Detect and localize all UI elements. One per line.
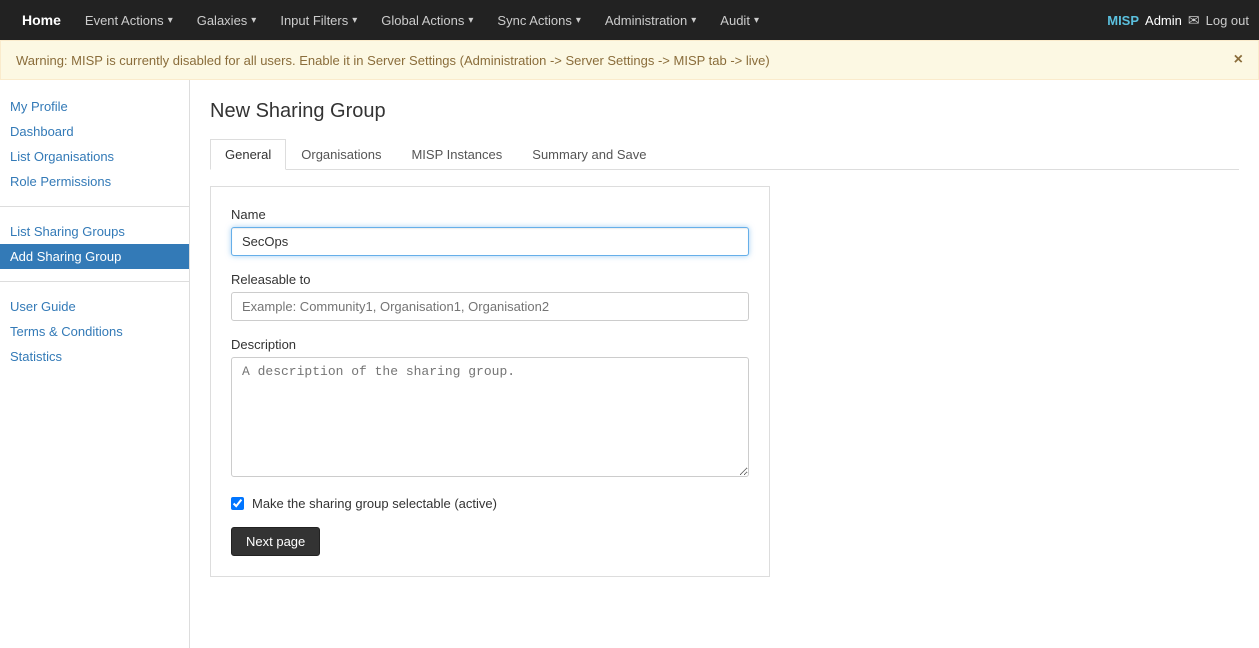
alert-message: Warning: MISP is currently disabled for … bbox=[16, 53, 770, 68]
name-group: Name bbox=[231, 207, 749, 256]
sidebar-item-statistics[interactable]: Statistics bbox=[0, 344, 189, 369]
sidebar-item-dashboard[interactable]: Dashboard bbox=[0, 119, 189, 144]
tab-summary-save[interactable]: Summary and Save bbox=[517, 139, 661, 170]
page-title: New Sharing Group bbox=[210, 100, 1239, 123]
alert-close-button[interactable]: × bbox=[1234, 51, 1243, 69]
misp-link[interactable]: MISP bbox=[1107, 13, 1139, 28]
sidebar-item-add-sharing-group[interactable]: Add Sharing Group bbox=[0, 244, 189, 269]
nav-item-audit[interactable]: Audit ▾ bbox=[708, 0, 771, 40]
releasable-input[interactable] bbox=[231, 292, 749, 321]
form-container: Name Releasable to Description Make the … bbox=[210, 186, 770, 577]
tabs-container: GeneralOrganisationsMISP InstancesSummar… bbox=[210, 139, 1239, 170]
tab-organisations[interactable]: Organisations bbox=[286, 139, 396, 170]
navbar-items: Event Actions ▾Galaxies ▾Input Filters ▾… bbox=[73, 0, 1107, 40]
sidebar-section-2: User GuideTerms & ConditionsStatistics bbox=[0, 290, 189, 373]
main-content: New Sharing Group GeneralOrganisationsMI… bbox=[190, 80, 1259, 648]
alert-banner: Warning: MISP is currently disabled for … bbox=[0, 40, 1259, 80]
caret-icon: ▾ bbox=[754, 15, 759, 26]
sidebar-item-role-permissions[interactable]: Role Permissions bbox=[0, 169, 189, 194]
name-input[interactable] bbox=[231, 227, 749, 256]
sidebar-item-terms-conditions[interactable]: Terms & Conditions bbox=[0, 319, 189, 344]
mail-icon[interactable]: ✉ bbox=[1188, 12, 1200, 29]
nav-item-galaxies[interactable]: Galaxies ▾ bbox=[185, 0, 269, 40]
caret-icon: ▾ bbox=[251, 15, 256, 26]
caret-icon: ▾ bbox=[352, 15, 357, 26]
sidebar-item-my-profile[interactable]: My Profile bbox=[0, 94, 189, 119]
tab-misp-instances[interactable]: MISP Instances bbox=[396, 139, 517, 170]
sidebar-item-list-sharing-groups[interactable]: List Sharing Groups bbox=[0, 219, 189, 244]
navbar: Home Event Actions ▾Galaxies ▾Input Filt… bbox=[0, 0, 1259, 40]
active-checkbox[interactable] bbox=[231, 497, 244, 510]
navbar-right: MISP Admin ✉ Log out bbox=[1107, 12, 1249, 29]
next-page-button[interactable]: Next page bbox=[231, 527, 320, 556]
sidebar-item-list-organisations[interactable]: List Organisations bbox=[0, 144, 189, 169]
caret-icon: ▾ bbox=[576, 15, 581, 26]
description-textarea[interactable] bbox=[231, 357, 749, 477]
sidebar-section-1: List Sharing GroupsAdd Sharing Group bbox=[0, 215, 189, 273]
caret-icon: ▾ bbox=[168, 15, 173, 26]
tab-general[interactable]: General bbox=[210, 139, 286, 170]
description-group: Description bbox=[231, 337, 749, 480]
releasable-group: Releasable to bbox=[231, 272, 749, 321]
name-label: Name bbox=[231, 207, 749, 222]
checkbox-row: Make the sharing group selectable (activ… bbox=[231, 496, 749, 511]
nav-item-sync-actions[interactable]: Sync Actions ▾ bbox=[485, 0, 592, 40]
nav-item-event-actions[interactable]: Event Actions ▾ bbox=[73, 0, 185, 40]
caret-icon: ▾ bbox=[468, 15, 473, 26]
sidebar-divider bbox=[0, 281, 189, 282]
logout-link[interactable]: Log out bbox=[1206, 13, 1249, 28]
sidebar-section-0: My ProfileDashboardList OrganisationsRol… bbox=[0, 90, 189, 198]
layout: My ProfileDashboardList OrganisationsRol… bbox=[0, 80, 1259, 648]
description-label: Description bbox=[231, 337, 749, 352]
nav-item-administration[interactable]: Administration ▾ bbox=[593, 0, 708, 40]
checkbox-label: Make the sharing group selectable (activ… bbox=[252, 496, 497, 511]
nav-item-global-actions[interactable]: Global Actions ▾ bbox=[369, 0, 485, 40]
caret-icon: ▾ bbox=[691, 15, 696, 26]
releasable-label: Releasable to bbox=[231, 272, 749, 287]
sidebar: My ProfileDashboardList OrganisationsRol… bbox=[0, 80, 190, 648]
sidebar-divider bbox=[0, 206, 189, 207]
admin-label: Admin bbox=[1145, 13, 1182, 28]
navbar-brand[interactable]: Home bbox=[10, 12, 73, 28]
nav-item-input-filters[interactable]: Input Filters ▾ bbox=[268, 0, 369, 40]
sidebar-item-user-guide[interactable]: User Guide bbox=[0, 294, 189, 319]
